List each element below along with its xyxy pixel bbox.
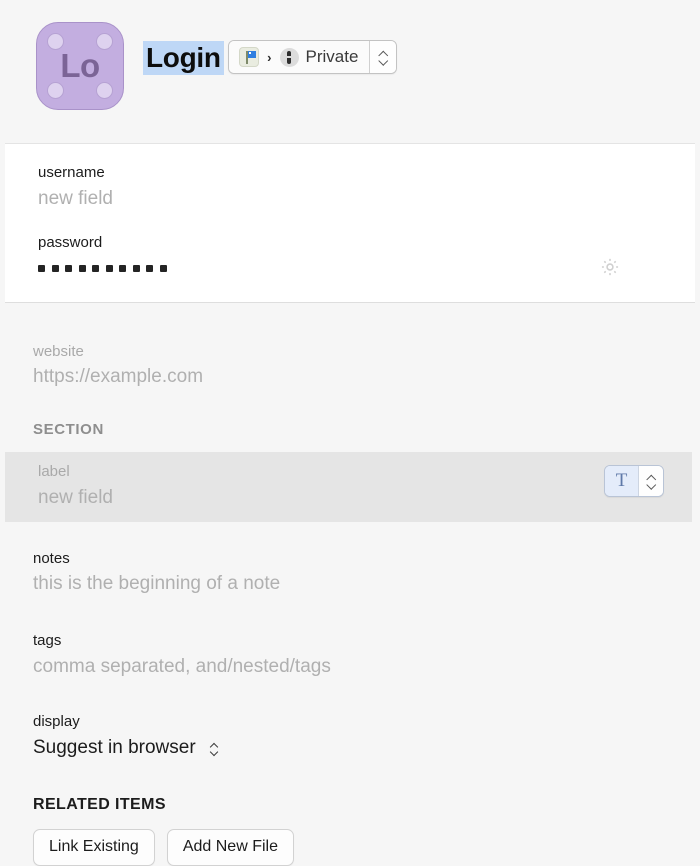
display-select-value: Suggest in browser [33,737,196,759]
notes-input[interactable]: this is the beginning of a note [33,571,667,598]
label-field-row[interactable]: label new field T [5,452,692,522]
label-field-text: label new field [38,461,113,511]
website-label: website [33,342,84,360]
chevron-down-icon [379,59,388,64]
username-label: username [38,164,105,181]
tags-input[interactable]: comma separated, and/nested/tags [33,654,667,681]
vault-stepper[interactable] [369,41,397,73]
chevron-down-icon [647,483,656,488]
add-new-file-button[interactable]: Add New File [166,829,294,866]
notes-label: notes [33,549,70,567]
vault-picker-main[interactable]: › Private [229,41,370,73]
chevron-up-icon [647,475,656,480]
header-right: Login › Private [143,22,398,76]
item-editor-page: Lo Login › Private username new field pa… [0,0,700,866]
display-field[interactable]: display Suggest in browser [0,711,700,762]
field-type-picker[interactable]: T [604,465,664,498]
vault-picker[interactable]: › Private [228,40,398,74]
username-input[interactable]: new field [38,186,667,213]
field-type-stepper[interactable] [638,466,663,497]
login-item-icon[interactable]: Lo [36,22,124,110]
display-label: display [33,712,80,730]
flag-icon [239,47,260,67]
label-field-label: label [38,463,70,481]
page-title[interactable]: Login [143,41,224,76]
tags-field[interactable]: tags comma separated, and/nested/tags [0,630,700,680]
item-header: Lo Login › Private [0,0,700,118]
related-items-header: RELATED ITEMS [33,796,166,814]
website-input[interactable]: https://example.com [33,364,667,391]
chevron-down-icon [210,750,219,755]
credentials-card: username new field password [5,143,695,303]
item-body: website https://example.com SECTION labe… [0,303,700,866]
tags-label: tags [33,632,62,650]
password-input[interactable] [38,255,667,282]
chevron-up-icon [379,51,388,56]
password-label: password [38,234,103,252]
login-item-icon-text: Lo [60,47,100,84]
label-field-input[interactable]: new field [38,485,113,512]
gear-icon[interactable] [599,256,621,278]
key-icon [279,47,299,67]
text-type-icon: T [605,466,638,497]
section-header: SECTION [33,421,104,439]
related-items-actions: Link Existing Add New File [0,829,700,866]
username-field[interactable]: username new field [5,162,695,212]
link-existing-button[interactable]: Link Existing [33,829,155,866]
breadcrumb-separator-icon: › [267,49,272,65]
display-select[interactable]: Suggest in browser [33,734,667,762]
password-field[interactable]: password [5,232,695,282]
website-field[interactable]: website https://example.com [0,341,700,391]
vault-name-label: Private [305,47,359,66]
display-stepper[interactable] [210,742,219,755]
notes-field[interactable]: notes this is the beginning of a note [0,548,700,598]
